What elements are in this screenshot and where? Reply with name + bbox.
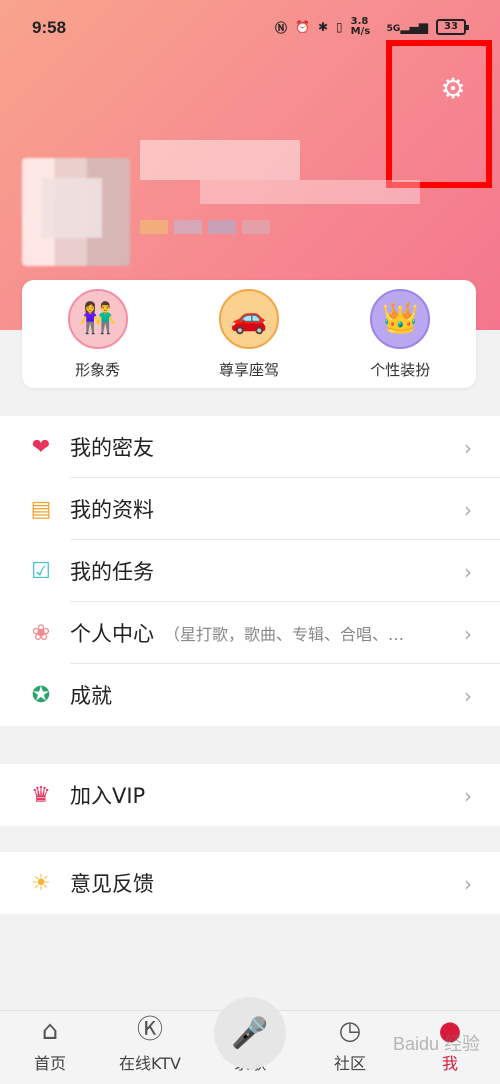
nav-label: 在线KTV xyxy=(119,1054,181,1073)
nav-label: 首页 xyxy=(33,1054,66,1073)
network-type: 5G xyxy=(386,24,401,34)
menu-item-label: 成就 xyxy=(70,684,112,708)
menu-vip: ♛ 加入VIP › xyxy=(0,764,500,826)
battery-indicator: 33 xyxy=(436,19,469,35)
user-id-blurred xyxy=(200,180,420,204)
nav-community[interactable]: ◷ 社区 xyxy=(300,1011,400,1084)
menu-item-friends[interactable]: ❤ 我的密友 › xyxy=(0,416,500,478)
menu-item-subtitle: （星打歌，歌曲、专辑、合唱、… xyxy=(164,625,405,644)
menu-item-label: 个人中心 xyxy=(70,622,154,646)
chevron-right-icon: › xyxy=(464,784,472,808)
ktv-icon: Ⓚ xyxy=(136,1015,163,1045)
menu-item-achievements[interactable]: ✪ 成就 › xyxy=(0,664,500,726)
menu-item-label: 我的资料 xyxy=(70,498,154,522)
lightbulb-icon: ☀ xyxy=(31,870,51,896)
task-clipboard-icon: ☑ xyxy=(31,558,51,584)
network-speed: 3.8 M/s xyxy=(350,16,371,37)
profile-info[interactable] xyxy=(0,120,500,270)
features-card: 👫 形象秀 🚗 尊享座驾 👑 个性装扮 xyxy=(22,280,476,388)
nav-online-ktv[interactable]: Ⓚ 在线KTV xyxy=(100,1011,200,1084)
signal-icon: 5G▂▄▆ xyxy=(386,20,428,34)
nfc-icon: Ⓝ xyxy=(275,20,288,35)
menu-item-tasks[interactable]: ☑ 我的任务 › xyxy=(0,540,500,602)
nav-record[interactable]: 🎤 录歌 xyxy=(200,997,300,1084)
menu-item-personal-center[interactable]: ❀ 个人中心 （星打歌，歌曲、专辑、合唱、… › xyxy=(0,602,500,664)
id-card-icon: ▤ xyxy=(30,496,52,522)
feature-dressup[interactable]: 👑 个性装扮 xyxy=(335,288,465,380)
menu-item-feedback[interactable]: ☀ 意见反馈 › xyxy=(0,852,500,914)
menu-feedback: ☀ 意见反馈 › xyxy=(0,852,500,914)
chevron-right-icon: › xyxy=(464,560,472,584)
menu-item-label: 加入VIP xyxy=(70,784,146,808)
menu-item-label: 我的密友 xyxy=(70,436,154,460)
chevron-right-icon: › xyxy=(464,684,472,708)
menu-item-join-vip[interactable]: ♛ 加入VIP › xyxy=(0,764,500,826)
medal-icon: ✪ xyxy=(31,682,51,708)
nav-home[interactable]: ⌂ 首页 xyxy=(0,1011,100,1084)
chevron-right-icon: › xyxy=(464,622,472,646)
feature-label: 个性装扮 xyxy=(370,360,431,379)
status-time: 9:58 xyxy=(32,18,67,37)
watermark: Baidu 经验 xyxy=(392,1034,480,1054)
gear-icon[interactable]: ⚙ xyxy=(438,74,468,104)
badge xyxy=(140,220,168,234)
badge xyxy=(242,220,270,234)
nav-label: 社区 xyxy=(333,1054,366,1073)
menu-main: ❤ 我的密友 › ▤ 我的资料 › ☑ 我的任务 › ❀ 个人中心 （星打歌，歌… xyxy=(0,416,500,726)
badge xyxy=(174,220,202,234)
feature-car[interactable]: 🚗 尊享座驾 xyxy=(184,288,314,380)
vip-crown-icon: ♛ xyxy=(31,782,51,808)
menu-item-profile[interactable]: ▤ 我的资料 › xyxy=(0,478,500,540)
avatar-show-icon: 👫 xyxy=(67,288,128,349)
home-icon: ⌂ xyxy=(41,1016,59,1046)
menu-item-label: 我的任务 xyxy=(70,560,154,584)
microphone-icon: 🎤 xyxy=(214,997,286,1069)
lotus-icon: ❀ xyxy=(31,620,51,646)
username-blurred xyxy=(140,140,300,180)
chevron-right-icon: › xyxy=(464,436,472,460)
crown-icon: 👑 xyxy=(370,288,431,349)
heart-friends-icon: ❤ xyxy=(31,434,51,460)
vibrate-icon: ▯ xyxy=(336,20,343,34)
chevron-right-icon: › xyxy=(464,498,472,522)
feature-label: 尊享座驾 xyxy=(218,360,279,379)
badge-row xyxy=(140,220,270,234)
badge xyxy=(208,220,236,234)
avatar[interactable] xyxy=(22,158,130,266)
bluetooth-icon: ✱ xyxy=(317,20,329,34)
car-icon: 🚗 xyxy=(218,288,279,349)
status-icons: Ⓝ ⏰ ✱ ▯ 3.8 M/s 5G▂▄▆ 33 xyxy=(275,16,469,37)
menu-item-label: 意见反馈 xyxy=(70,872,154,896)
feature-avatar-show[interactable]: 👫 形象秀 xyxy=(33,288,163,380)
clock-icon: ◷ xyxy=(338,1016,362,1046)
chevron-right-icon: › xyxy=(464,872,472,896)
feature-label: 形象秀 xyxy=(75,360,121,379)
alarm-icon: ⏰ xyxy=(295,20,310,34)
